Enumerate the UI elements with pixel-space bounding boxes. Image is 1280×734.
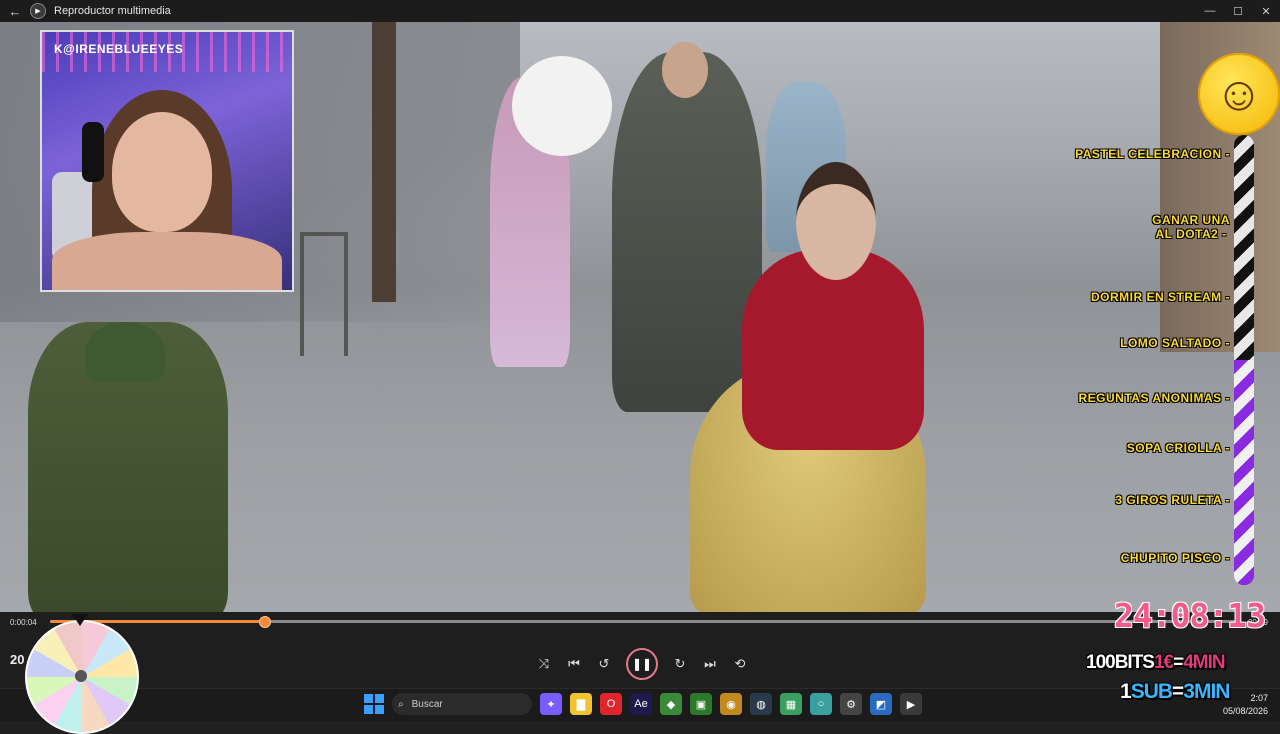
next-icon[interactable]: ⏭ — [702, 656, 718, 672]
girl-head — [796, 162, 876, 280]
bits-equals: = — [1173, 652, 1184, 673]
taskbar-search[interactable]: ⌕ Buscar — [392, 693, 532, 715]
bits-minutes: 4MIN — [1183, 652, 1225, 673]
maximize-button[interactable]: ☐ — [1224, 5, 1252, 18]
media-player-icon[interactable]: ▶ — [900, 693, 922, 715]
wheel-pointer-icon — [72, 614, 88, 626]
current-time: 0:00:04 — [10, 618, 37, 627]
windows-start-icon[interactable] — [364, 694, 384, 714]
clock-date: 05/08/2026 — [1222, 706, 1268, 716]
taskbar-icons: ⌕ Buscar ✦ ▇ O Ae ◆ ▣ ◉ ◍ ▦ ○ ⚙ ◩ ▶ — [364, 693, 922, 715]
sub-equals: = — [1172, 680, 1184, 703]
bits-amount: 100BITS — [1086, 652, 1155, 673]
sub-rate: 1SUB=3MIN — [1120, 680, 1230, 704]
player-controls: 0:00:04 00:19 ⤨ ⏮ ↺ ❚❚ ↻ ⏭ ⟲ — [0, 612, 1280, 688]
search-icon: ⌕ — [398, 698, 404, 710]
goal-item: REGUNTAS ANONIMAS - — [1078, 391, 1230, 405]
file-explorer-icon[interactable]: ▇ — [570, 693, 592, 715]
app-icon-blue[interactable]: ◩ — [870, 693, 892, 715]
streamer-face — [112, 112, 212, 232]
repeat-icon[interactable]: ⟲ — [732, 656, 748, 672]
copilot-icon[interactable]: ✦ — [540, 693, 562, 715]
forward-30-icon[interactable]: ↻ — [672, 656, 688, 672]
smiley-icon: ☺ — [1198, 53, 1280, 135]
media-player-icon: ▶ — [30, 3, 46, 19]
seek-bar[interactable] — [50, 616, 1240, 628]
close-button[interactable]: ✕ — [1252, 5, 1280, 18]
chatgpt-icon[interactable]: ⚙ — [840, 693, 862, 715]
webcam-overlay: K@IRENEBLUEEYES — [40, 30, 294, 292]
roulette-wheel — [25, 620, 139, 734]
headset-icon — [82, 122, 104, 182]
back-button[interactable]: ← — [0, 4, 30, 19]
tree-trunk — [372, 22, 396, 302]
pause-icon: ❚❚ — [631, 657, 653, 671]
sub-label: SUB — [1130, 680, 1173, 703]
opera-icon[interactable]: O — [600, 693, 622, 715]
playback-buttons: ⤨ ⏮ ↺ ❚❚ ↻ ⏭ ⟲ — [536, 648, 748, 680]
goal-item: SOPA CRIOLLA - — [1126, 441, 1230, 455]
game-icon-2[interactable]: ▣ — [690, 693, 712, 715]
goal-progress-bar — [1234, 135, 1254, 585]
game-icon-4[interactable]: ▦ — [780, 693, 802, 715]
goal-item: PASTEL CELEBRACION - — [1075, 147, 1230, 161]
rewind-10-icon[interactable]: ↺ — [596, 656, 612, 672]
taskbar: ⌕ Buscar ✦ ▇ O Ae ◆ ▣ ◉ ◍ ▦ ○ ⚙ ◩ ▶ 2:07 05/08/2026 — [0, 688, 1280, 721]
search-placeholder: Buscar — [411, 698, 443, 710]
after-effects-icon[interactable]: Ae — [630, 693, 652, 715]
goal-item: GANAR UNA AL DOTA2 - — [1152, 213, 1230, 241]
stream-countdown: 24:08:13 — [1114, 596, 1266, 635]
wheel-hub — [75, 670, 87, 682]
game-icon-1[interactable]: ◆ — [660, 693, 682, 715]
window-title: Reproductor multimedia — [54, 5, 171, 17]
sub-minutes: 3MIN — [1183, 680, 1230, 703]
goal-item: 3 GIROS RULETA - — [1115, 493, 1230, 507]
game-icon-3[interactable]: ◉ — [720, 693, 742, 715]
pause-button[interactable]: ❚❚ — [626, 648, 658, 680]
webcam-watermark: K@IRENEBLUEEYES — [54, 42, 184, 56]
seek-thumb[interactable] — [259, 616, 272, 628]
street-bench — [300, 232, 348, 356]
shuffle-icon[interactable]: ⤨ — [536, 656, 552, 672]
streamer-body — [52, 232, 282, 290]
clock-time: 2:07 — [1250, 693, 1268, 703]
bits-rate: 100BITS1€=4MIN — [1086, 652, 1226, 674]
app-icon-circle[interactable]: ○ — [810, 693, 832, 715]
goal-item: CHUPITO PISCO - — [1120, 551, 1230, 565]
partial-number: 20 — [10, 652, 25, 667]
goal-list: PASTEL CELEBRACION - GANAR UNA AL DOTA2 … — [1040, 140, 1230, 580]
person-woman-coat — [612, 42, 762, 412]
bits-euro: 1€ — [1153, 652, 1174, 673]
title-bar: ← ▶ Reproductor multimedia — ☐ ✕ — [0, 0, 1280, 22]
plush-toy — [512, 56, 612, 156]
girl-red-cape — [742, 250, 924, 450]
system-clock[interactable]: 2:07 05/08/2026 — [1223, 692, 1268, 718]
previous-icon[interactable]: ⏮ — [566, 656, 582, 672]
steam-icon[interactable]: ◍ — [750, 693, 772, 715]
minimize-button[interactable]: — — [1196, 5, 1224, 17]
sub-count: 1 — [1120, 680, 1132, 703]
goal-item: LOMO SALTADO - — [1120, 336, 1230, 350]
child-green-hat — [85, 322, 165, 382]
goal-item: DORMIR EN STREAM - — [1091, 290, 1230, 304]
goal-progress-fill — [1234, 360, 1254, 585]
